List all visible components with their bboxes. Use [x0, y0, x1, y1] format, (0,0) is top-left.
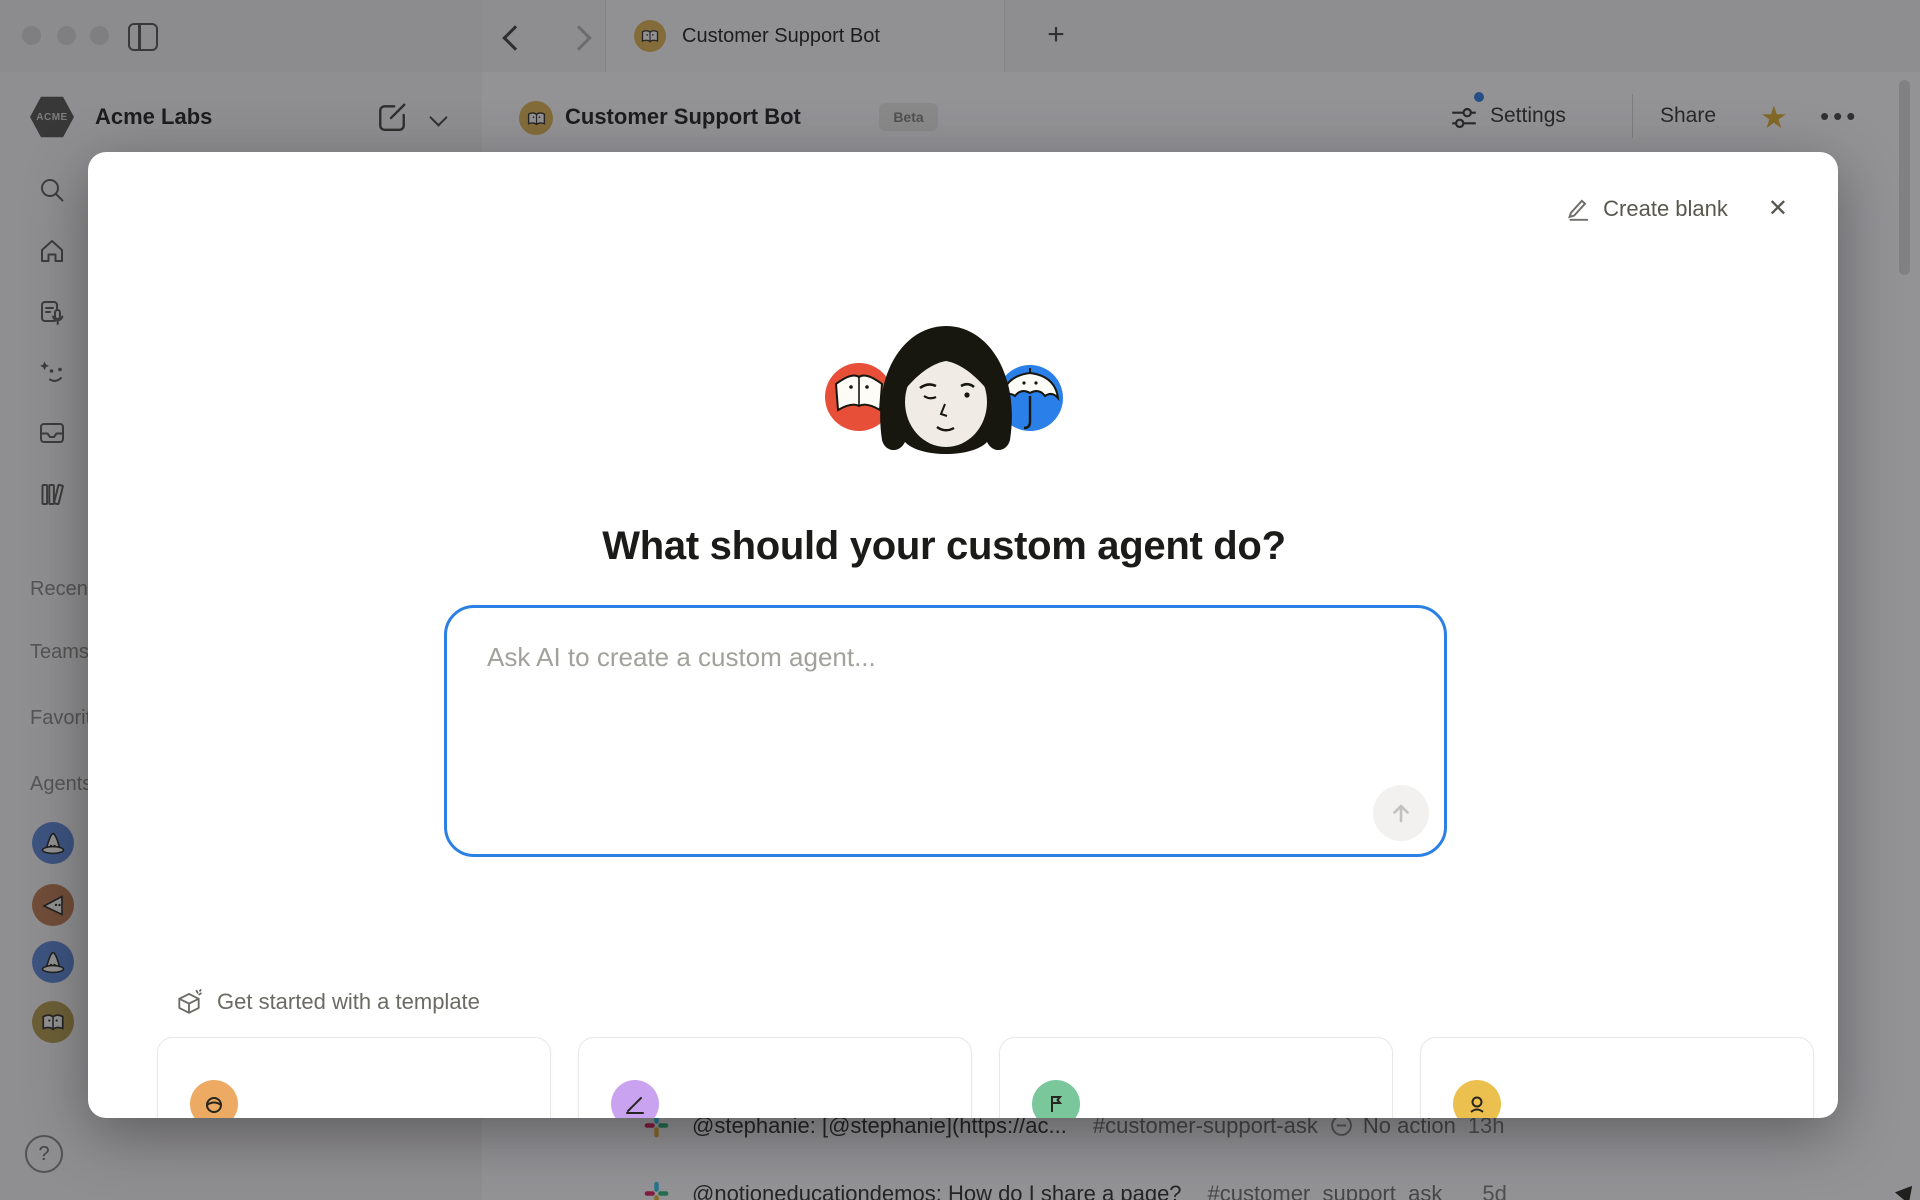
template-card[interactable] — [1420, 1037, 1814, 1118]
create-agent-modal: Create blank ✕ — [88, 152, 1838, 1118]
submit-prompt-button[interactable] — [1373, 785, 1429, 841]
template-card[interactable] — [157, 1037, 551, 1118]
modal-heading: What should your custom agent do? — [88, 524, 1800, 569]
template-card[interactable] — [578, 1037, 972, 1118]
app-window: Customer Support Bot + ACME Acme Labs Cu… — [0, 0, 1920, 1200]
pen-icon — [1565, 196, 1591, 222]
template-icon-green — [1032, 1080, 1080, 1118]
agent-prompt-input[interactable] — [444, 605, 1447, 857]
agent-illustration — [824, 322, 1064, 472]
close-icon[interactable]: ✕ — [1768, 194, 1788, 223]
template-icon-purple — [611, 1080, 659, 1118]
template-box-icon — [175, 988, 203, 1016]
template-card[interactable] — [999, 1037, 1393, 1118]
template-section-header: Get started with a template — [175, 988, 480, 1016]
arrow-up-icon — [1387, 799, 1415, 827]
template-icon-orange — [190, 1080, 238, 1118]
template-icon-yellow — [1453, 1080, 1501, 1118]
create-blank-button[interactable]: Create blank — [1565, 196, 1728, 222]
